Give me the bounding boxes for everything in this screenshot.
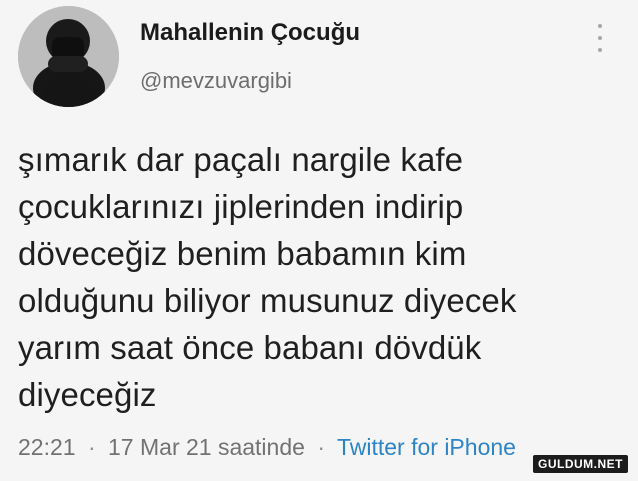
more-vertical-icon [598, 36, 602, 40]
meta-separator: · [317, 434, 325, 460]
watermark: GULDUM.NET [533, 455, 628, 473]
tweet-source-link[interactable]: Twitter for iPhone [337, 434, 516, 460]
meta-separator: · [87, 434, 96, 460]
tweet-time[interactable]: 22:21 [18, 434, 76, 460]
user-handle[interactable]: @mevzuvargibi [140, 67, 292, 95]
tweet-line: döveceğiz benim babamın kim [18, 235, 467, 272]
display-name[interactable]: Mahallenin Çocuğu [140, 18, 360, 48]
tweet-card: Mahallenin Çocuğu @mevzuvargibi şımarık … [0, 0, 638, 481]
tweet-line: çocuklarınızı jiplerinden indirip [18, 188, 464, 225]
tweet-line: yarım saat önce babanı dövdük [18, 329, 482, 366]
tweet-text: şımarık dar paçalı nargile kafe çocuklar… [18, 136, 618, 418]
tweet-date[interactable]: 17 Mar 21 saatinde [108, 434, 305, 460]
more-vertical-icon [598, 24, 602, 28]
more-options-button[interactable] [593, 24, 607, 52]
avatar-image [18, 6, 119, 107]
tweet-meta: 22:21 · 17 Mar 21 saatinde · Twitter for… [18, 432, 516, 462]
tweet-line: şımarık dar paçalı nargile kafe [18, 141, 464, 178]
avatar[interactable] [18, 6, 119, 107]
more-vertical-icon [598, 48, 602, 52]
tweet-line: diyeceğiz [18, 376, 157, 413]
tweet-line: olduğunu biliyor musunuz diyecek [18, 282, 517, 319]
